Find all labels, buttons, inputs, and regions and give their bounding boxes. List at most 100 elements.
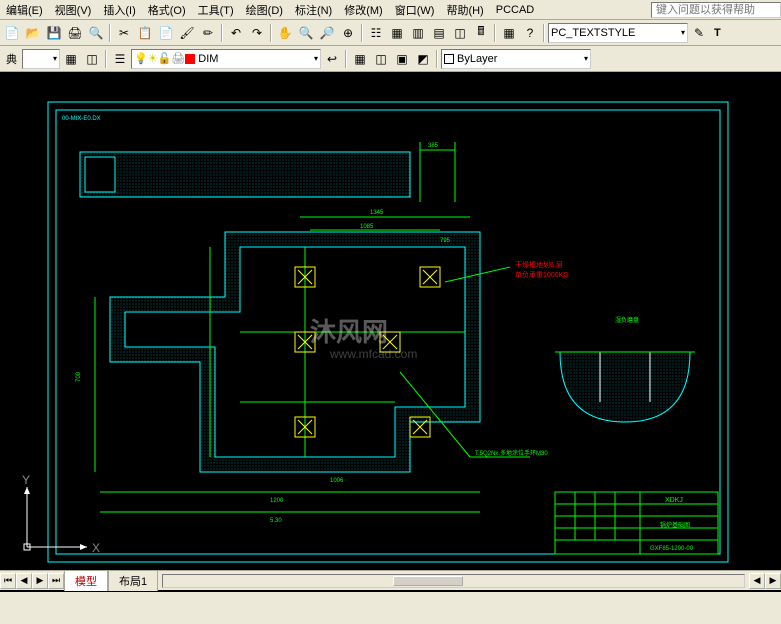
layer-states-icon[interactable]: ◫ bbox=[82, 49, 102, 69]
dim-top: 385 bbox=[428, 143, 439, 149]
redo-icon[interactable]: ↷ bbox=[247, 23, 267, 43]
annotation-right: 湿负磨盘 bbox=[615, 316, 639, 324]
layer-color-swatch bbox=[185, 54, 195, 64]
drawing-canvas: 00-MIX-E0.DX 385 134 bbox=[0, 72, 781, 592]
separator bbox=[345, 50, 347, 68]
separator bbox=[270, 24, 272, 42]
style-icon[interactable]: ✎ bbox=[689, 23, 709, 43]
layer-dropdown[interactable]: 💡 ☀ 🔓 🖨 DIM ▾ bbox=[131, 49, 321, 69]
plot-icon: 🖨 bbox=[171, 52, 185, 65]
color-swatch bbox=[444, 54, 454, 64]
separator bbox=[543, 24, 545, 42]
undo-icon[interactable]: ↶ bbox=[226, 23, 246, 43]
tab-first-icon[interactable]: ⏮ bbox=[0, 573, 16, 589]
menu-insert[interactable]: 插入(I) bbox=[97, 0, 141, 20]
separator bbox=[361, 24, 363, 42]
copy-icon[interactable]: 📋 bbox=[135, 23, 155, 43]
chevron-down-icon: ▾ bbox=[677, 28, 685, 37]
zoom-realtime-icon[interactable]: 🔍 bbox=[296, 23, 316, 43]
bulb-icon: 💡 bbox=[134, 52, 148, 65]
help-search-input[interactable] bbox=[651, 2, 781, 18]
separator bbox=[109, 24, 111, 42]
scroll-right-icon[interactable]: ▶ bbox=[765, 573, 781, 589]
save-icon[interactable]: 💾 bbox=[44, 23, 64, 43]
layer-manager-icon[interactable]: ☰ bbox=[110, 49, 130, 69]
separator bbox=[221, 24, 223, 42]
layout-tabs-bar: ⏮ ◀ ▶ ⏭ 模型 布局1 ◀ ▶ bbox=[0, 570, 781, 590]
separator bbox=[105, 50, 107, 68]
tab-prev-icon[interactable]: ◀ bbox=[16, 573, 32, 589]
dim-530: 5.30 bbox=[270, 518, 282, 524]
dim-1345: 1345 bbox=[370, 210, 384, 216]
menu-window[interactable]: 窗口(W) bbox=[389, 0, 441, 20]
dim-1006: 1006 bbox=[330, 478, 344, 484]
menu-draw[interactable]: 绘图(D) bbox=[240, 0, 289, 20]
help-icon[interactable]: ? bbox=[520, 23, 540, 43]
open-icon[interactable]: 📂 bbox=[23, 23, 43, 43]
tab-last-icon[interactable]: ⏭ bbox=[48, 573, 64, 589]
layer-prev-icon[interactable]: ↩ bbox=[322, 49, 342, 69]
tab-next-icon[interactable]: ▶ bbox=[32, 573, 48, 589]
layer-tool3-icon[interactable]: ◫ bbox=[371, 49, 391, 69]
text-suffix-label: T bbox=[710, 27, 725, 39]
layer-tool4-icon[interactable]: ▣ bbox=[392, 49, 412, 69]
layer-name: DIM bbox=[198, 53, 218, 65]
leader-note: T.5Q2Nx.多地涂位手环M30 bbox=[475, 449, 548, 457]
layer-tool5-icon[interactable]: ◩ bbox=[413, 49, 433, 69]
scroll-left-icon[interactable]: ◀ bbox=[749, 573, 765, 589]
dim-795: 795 bbox=[440, 238, 451, 244]
color-value: ByLayer bbox=[457, 53, 497, 65]
menu-format[interactable]: 格式(O) bbox=[142, 0, 192, 20]
sun-icon: ☀ bbox=[148, 52, 158, 65]
tool-palette-icon[interactable]: ▥ bbox=[408, 23, 428, 43]
pit-section bbox=[560, 352, 690, 422]
paste-icon[interactable]: 📄 bbox=[156, 23, 176, 43]
menu-help[interactable]: 帮助(H) bbox=[440, 0, 489, 20]
layer-tool-icon[interactable]: ▦ bbox=[61, 49, 81, 69]
ucs-x-label: X bbox=[92, 541, 100, 555]
scrollbar-thumb[interactable] bbox=[393, 576, 463, 586]
markup-icon[interactable]: ◫ bbox=[450, 23, 470, 43]
tab-layout1[interactable]: 布局1 bbox=[108, 570, 158, 591]
zoom-prev-icon[interactable]: 🔎 bbox=[317, 23, 337, 43]
horizontal-scrollbar[interactable] bbox=[162, 574, 745, 588]
menu-view[interactable]: 视图(V) bbox=[49, 0, 98, 20]
chevron-down-icon: ▾ bbox=[310, 54, 318, 63]
sheet-icon[interactable]: ▤ bbox=[429, 23, 449, 43]
dim-1085: 1085 bbox=[360, 224, 374, 230]
color-dropdown[interactable]: ByLayer ▾ bbox=[441, 49, 591, 69]
new-icon[interactable]: 📄 bbox=[2, 23, 22, 43]
ucs-y-label: Y bbox=[22, 473, 30, 487]
layer-tool2-icon[interactable]: ▦ bbox=[350, 49, 370, 69]
separator bbox=[494, 24, 496, 42]
aux-dropdown[interactable]: ▾ bbox=[22, 49, 60, 69]
separator bbox=[436, 50, 438, 68]
text-style-dropdown[interactable]: PC_TEXTSTYLE ▾ bbox=[548, 23, 688, 43]
section-top bbox=[80, 152, 410, 197]
frame-label: 00-MIX-E0.DX bbox=[62, 116, 101, 122]
print-icon[interactable]: 🖨 bbox=[65, 23, 85, 43]
menu-dim[interactable]: 标注(N) bbox=[289, 0, 338, 20]
standard-toolbar: 📄 📂 💾 🖨 🔍 ✂ 📋 📄 🖌 ✏ ↶ ↷ ✋ 🔍 🔎 ⊕ ☷ ▦ ▥ ▤ … bbox=[0, 20, 781, 46]
menu-edit[interactable]: 编辑(E) bbox=[0, 0, 49, 20]
preview-icon[interactable]: 🔍 bbox=[86, 23, 106, 43]
titleblock-title: 锅炉基础图 bbox=[660, 521, 690, 529]
drawing-viewport[interactable]: 00-MIX-E0.DX 385 134 bbox=[0, 72, 781, 592]
menu-pccad[interactable]: PCCAD bbox=[490, 2, 541, 18]
dim-left: 700 bbox=[76, 371, 82, 382]
cut-icon[interactable]: ✂ bbox=[114, 23, 134, 43]
annotation-1: 干燥槽地划6.层 bbox=[515, 260, 563, 269]
menu-bar: 编辑(E) 视图(V) 插入(I) 格式(O) 工具(T) 绘图(D) 标注(N… bbox=[0, 0, 781, 20]
properties-icon[interactable]: ☷ bbox=[366, 23, 386, 43]
design-center-icon[interactable]: ▦ bbox=[387, 23, 407, 43]
table-icon[interactable]: ▦ bbox=[499, 23, 519, 43]
calc-icon[interactable]: 🖩 bbox=[471, 23, 491, 43]
section-top-void bbox=[85, 157, 115, 192]
tab-model[interactable]: 模型 bbox=[64, 570, 108, 591]
menu-modify[interactable]: 修改(M) bbox=[338, 0, 389, 20]
zoom-icon[interactable]: ⊕ bbox=[338, 23, 358, 43]
match-icon[interactable]: 🖌 bbox=[177, 23, 197, 43]
menu-tools[interactable]: 工具(T) bbox=[192, 0, 240, 20]
paint-icon[interactable]: ✏ bbox=[198, 23, 218, 43]
pan-icon[interactable]: ✋ bbox=[275, 23, 295, 43]
